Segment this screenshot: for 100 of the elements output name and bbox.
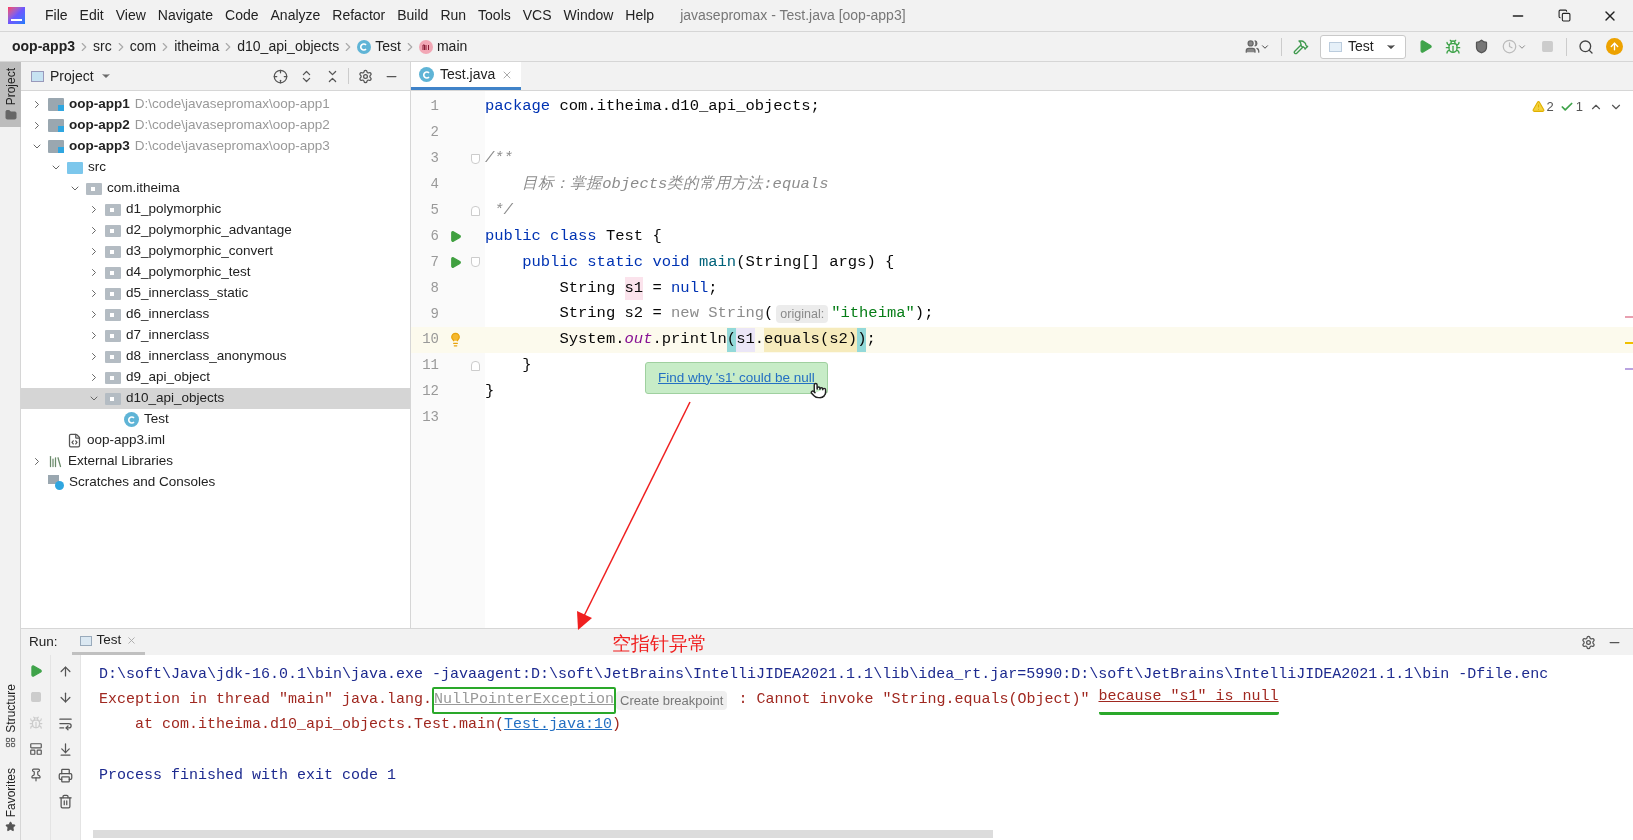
console-line: D:\soft\Java\jdk-16.0.1\bin\java.exe -javaagent:D:\soft\JetBrains\IntelliJIDEA2021.1.1\lib\idea_rt.jar=5990:D:\soft\JetBrains\IntelliJIDEA2021.1.1\bin -Dfile.enc [99, 665, 1550, 686]
line-number: 3 [429, 149, 439, 169]
menu-item[interactable]: Run [434, 5, 473, 26]
console-line: Exception in thread "main" java.lang.NullPointerException Create breakpoint : Cannot invoke "String.equals(Object)" because "s1" is null [99, 688, 1633, 713]
tree-item[interactable]: com.itheima [21, 178, 410, 199]
code-line: package com.itheima.d10_api_objects; [485, 96, 820, 118]
window-title: javasepromax - Test.java [oop-app3] [680, 6, 906, 25]
menu-item[interactable]: File [39, 5, 74, 26]
tree-item[interactable]: d4_polymorphic_test [21, 262, 410, 283]
fold-marker-icon[interactable] [471, 153, 480, 164]
code-line: System.out.println(s1.equals(s2)); [485, 328, 876, 352]
tree-item[interactable]: oop-app2 D:\code\javasepromax\oop-app2 [21, 115, 410, 136]
app-logo-icon [8, 7, 25, 24]
tree-item[interactable]: oop-app1 D:\code\javasepromax\oop-app1 [21, 94, 410, 115]
tree-item[interactable]: d5_innerclass_static [21, 283, 410, 304]
tree-item-label: d3_polymorphic_convert [126, 242, 274, 261]
tree-item-label: oop-app1 [69, 95, 130, 114]
code-line: 目标：掌握objects类的常用方法:equals [521, 174, 829, 195]
tree-item[interactable]: d8_innerclass_anonymous [21, 346, 410, 367]
menu-item[interactable]: View [109, 5, 152, 26]
breadcrumb[interactable]: com [129, 36, 157, 57]
project-view-icon [31, 70, 44, 82]
tree-item-label: External Libraries [68, 452, 174, 471]
menu-item[interactable]: Help [619, 5, 661, 26]
run-gutter-icon[interactable] [448, 255, 462, 269]
package-folder-icon [105, 245, 121, 258]
find-why-null-link[interactable]: Find why 's1' could be null [658, 367, 815, 389]
tree-item-label: d5_innerclass_static [126, 284, 249, 303]
tree-item[interactable]: Scratches and Consoles [21, 472, 410, 493]
method-icon [418, 39, 433, 54]
tree-item-label: d10_api_objects [126, 389, 225, 408]
tree-item[interactable]: d2_polymorphic_advantage [21, 220, 410, 241]
line-number: 2 [429, 123, 439, 143]
console-line: Process finished with exit code 1 [99, 766, 398, 787]
annotation-label: 空指针异常 [612, 632, 707, 656]
tree-item[interactable]: d9_api_object [21, 367, 410, 388]
run-config-dropdown[interactable]: Test [1320, 34, 1406, 59]
module-path: D:\code\javasepromax\oop-app1 [134, 95, 330, 114]
module-path: D:\code\javasepromax\oop-app2 [134, 116, 330, 135]
menu-item[interactable]: Analyze [264, 5, 327, 26]
tree-item[interactable]: oop-app3 D:\code\javasepromax\oop-app3 [21, 136, 410, 157]
package-folder-icon [105, 392, 121, 405]
console-line: at com.itheima.d10_api_objects.Test.main(Test.java:10) [134, 715, 623, 736]
package-folder-icon [105, 308, 121, 321]
tree-item[interactable]: External Libraries [21, 451, 410, 472]
line-number: 8 [429, 278, 439, 298]
error-stripe-mark [1625, 316, 1633, 318]
menu-item[interactable]: VCS [516, 5, 558, 26]
breadcrumb[interactable]: main [436, 36, 468, 57]
tree-item[interactable]: d3_polymorphic_convert [21, 241, 410, 262]
grid-icon [5, 736, 16, 748]
menu-item[interactable]: Navigate [151, 5, 220, 26]
weak-warning-count: 1 [1575, 98, 1583, 116]
side-tab[interactable]: Structure [0, 683, 21, 748]
menu-item[interactable]: Code [219, 5, 265, 26]
code-line: } [485, 381, 495, 403]
module-file-icon [67, 433, 82, 448]
line-number: 1 [429, 97, 439, 117]
code-line: public static void main(String[] args) { [521, 251, 895, 273]
fold-marker-icon[interactable] [471, 257, 480, 268]
breadcrumb[interactable]: Test [375, 36, 401, 57]
side-tab[interactable]: Project [0, 62, 21, 128]
tree-item[interactable]: d1_polymorphic [21, 199, 410, 220]
module-path: D:\code\javasepromax\oop-app3 [134, 137, 330, 156]
package-folder-icon [105, 350, 121, 363]
breadcrumb[interactable]: oop-app3 [12, 36, 75, 57]
tree-item-label: d7_innerclass [126, 326, 210, 345]
library-icon [48, 454, 63, 469]
package-folder-icon [105, 203, 121, 216]
horizontal-scrollbar[interactable] [93, 830, 993, 838]
menu-item[interactable]: Edit [73, 5, 110, 26]
tree-item[interactable]: d10_api_objects [21, 388, 410, 409]
code-line: String s2 = new String( original: "itheima"); [558, 303, 934, 326]
tree-item[interactable]: src [21, 157, 410, 178]
tree-item[interactable]: d7_innerclass [21, 325, 410, 346]
breadcrumb[interactable]: src [93, 36, 112, 57]
tree-item-label: d2_polymorphic_advantage [126, 221, 292, 240]
tree-item[interactable]: d6_innerclass [21, 304, 410, 325]
fold-marker-icon[interactable] [471, 205, 480, 216]
line-number: 12 [421, 382, 439, 402]
menu-item[interactable]: Build [391, 5, 435, 26]
tree-item-label: oop-app3.iml [87, 431, 166, 450]
tree-item[interactable]: Test [21, 409, 410, 430]
line-number: 10 [421, 330, 439, 350]
menu-item[interactable]: Tools [472, 5, 517, 26]
breadcrumb[interactable]: itheima [174, 36, 220, 57]
line-number: 6 [429, 226, 439, 246]
project-view-dropdown[interactable]: Project [50, 65, 112, 87]
line-number: 5 [429, 201, 439, 220]
menu-item[interactable]: Window [557, 5, 620, 26]
error-stripe-mark [1625, 342, 1633, 344]
run-gutter-icon[interactable] [448, 229, 462, 243]
breadcrumb[interactable]: d10_api_objects [237, 36, 340, 57]
fold-marker-icon[interactable] [471, 360, 480, 371]
class-icon [419, 67, 434, 82]
line-number: 13 [421, 408, 439, 428]
side-tab[interactable]: Favorites [0, 767, 21, 832]
editor-tab[interactable]: Test.java [411, 62, 522, 90]
menu-item[interactable]: Refactor [326, 5, 392, 26]
tree-item[interactable]: oop-app3.iml [21, 430, 410, 451]
